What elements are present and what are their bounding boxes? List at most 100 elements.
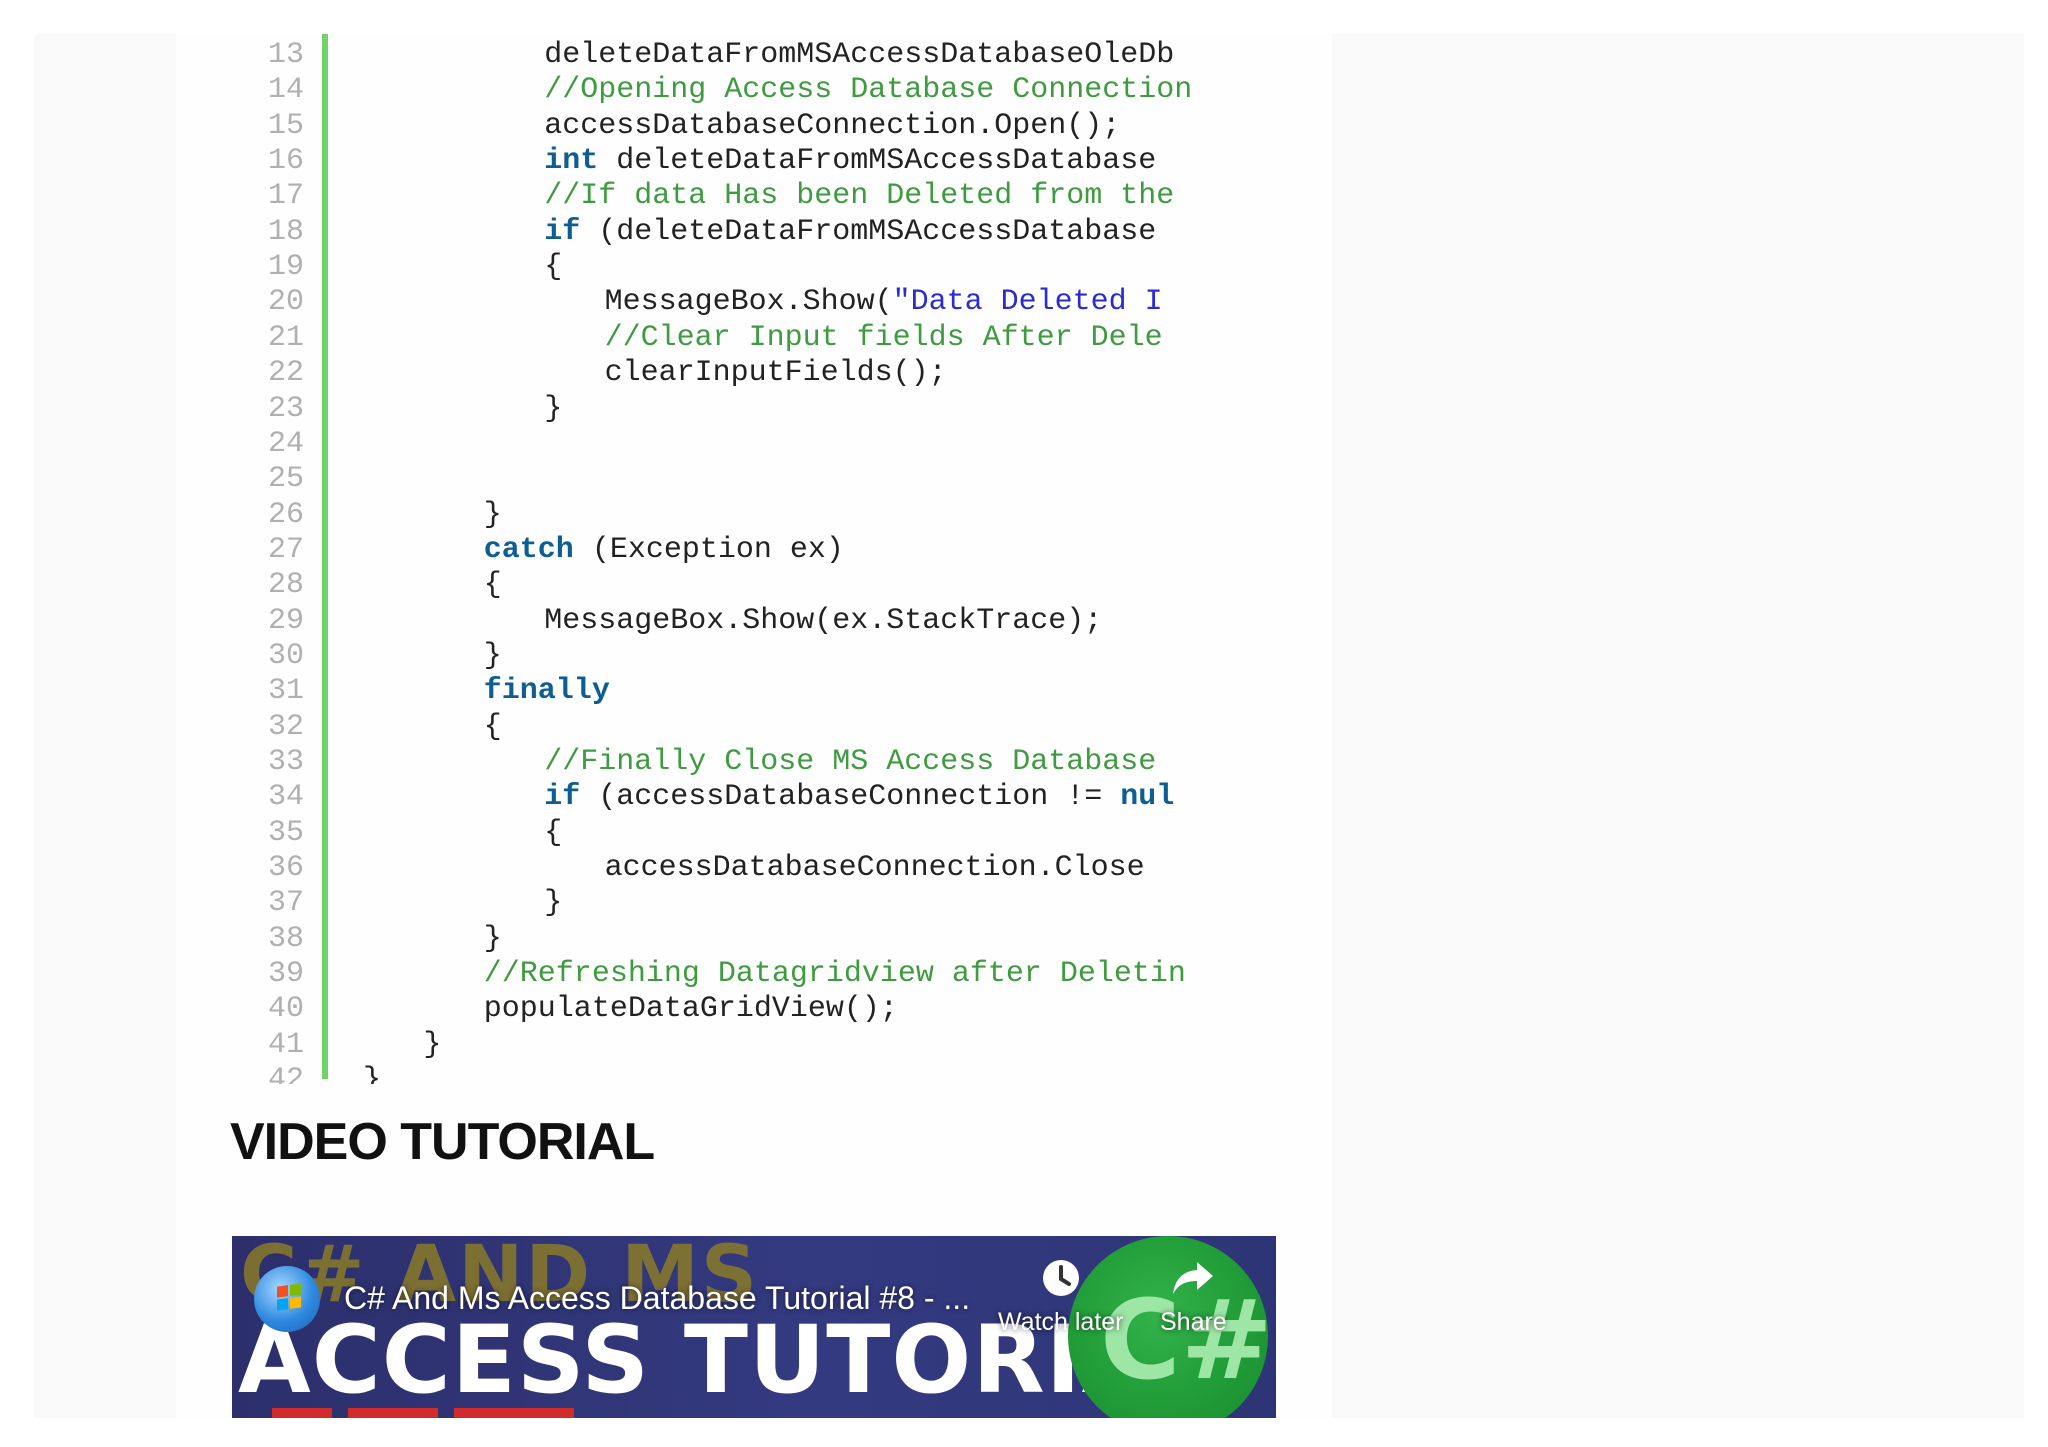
code-text: }	[484, 922, 1275, 957]
line-number: 27	[267, 532, 304, 567]
code-text: }	[544, 886, 1275, 921]
line-number: 30	[267, 638, 304, 673]
code-text: catch (Exception ex)	[484, 533, 1275, 568]
line-number: 33	[267, 745, 304, 779]
code-text: if (accessDatabaseConnection != nul	[544, 780, 1275, 815]
line-number: 42	[267, 1063, 304, 1084]
code-token: {	[483, 568, 502, 603]
code-text: {	[544, 250, 1275, 285]
code-line: 28 {	[230, 568, 1280, 603]
line-number: 36	[267, 851, 304, 886]
code-token: //Refreshing Datagridview after Deletin	[483, 957, 1186, 992]
code-token: MessageBox.Show(	[604, 285, 893, 320]
code-token: MessageBox.Show(ex.StackTrace);	[544, 603, 1103, 638]
code-token: }	[483, 497, 502, 532]
code-text: MessageBox.Show(ex.StackTrace);	[544, 604, 1275, 639]
line-number: 14	[267, 73, 304, 108]
code-line: 34 if (accessDatabaseConnection != nul	[230, 780, 1280, 815]
code-line: 25	[230, 462, 1280, 497]
code-text: int deleteDataFromMSAccessDatabase	[544, 144, 1275, 179]
code-text: {	[484, 710, 1275, 745]
code-text: if (deleteDataFromMSAccessDatabase	[544, 215, 1275, 250]
line-number: 29	[267, 603, 304, 638]
code-token: "Data Deleted I	[892, 285, 1163, 320]
code-token: {	[544, 815, 563, 850]
code-line: 16 int deleteDataFromMSAccessDatabase	[230, 144, 1280, 179]
code-token: }	[483, 638, 502, 673]
code-line: 23}	[230, 392, 1280, 427]
line-number: 20	[267, 285, 304, 320]
video-embed[interactable]: C# AND MS ACCESS TUTORIAL C# C# And Ms A…	[232, 1236, 1276, 1418]
code-token: (accessDatabaseConnection !=	[580, 780, 1121, 815]
code-token: deleteDataFromMSAccessDatabaseOleDb	[544, 38, 1175, 72]
watch-later-button[interactable]: Watch later	[998, 1258, 1124, 1337]
code-token: //If data Has been Deleted from the	[544, 179, 1175, 214]
line-number: 23	[267, 391, 304, 426]
line-number: 38	[267, 921, 304, 956]
line-number: 19	[267, 250, 304, 285]
code-token: }	[423, 1027, 442, 1062]
left-sidebar-panel	[34, 34, 176, 1418]
code-text: clearInputFields();	[605, 356, 1275, 391]
code-text: accessDatabaseConnection.Open();	[544, 109, 1275, 144]
code-text: {	[544, 816, 1275, 851]
code-text: finally	[484, 674, 1275, 709]
code-line: 31 finally	[230, 674, 1280, 709]
line-number: 32	[267, 709, 304, 744]
line-number: 39	[267, 957, 304, 992]
line-number: 35	[267, 815, 304, 850]
share-arrow-icon	[1173, 1262, 1214, 1294]
line-number: 26	[267, 497, 304, 532]
code-line: 26}	[230, 498, 1280, 533]
code-line: 42}	[230, 1063, 1280, 1084]
code-token: accessDatabaseConnection.Open();	[544, 108, 1121, 143]
code-text: //If data Has been Deleted from the	[544, 179, 1275, 214]
line-number: 17	[267, 179, 304, 214]
code-token: //Clear Input fields After Dele	[604, 320, 1163, 355]
code-text: //Clear Input fields After Dele	[605, 321, 1275, 356]
code-token: (deleteDataFromMSAccessDatabase	[580, 214, 1157, 249]
code-text: //Refreshing Datagridview after Deletin	[484, 957, 1275, 992]
code-token: //Finally Close MS Access Database	[544, 745, 1157, 779]
code-line: 32 {	[230, 710, 1280, 745]
line-number: 34	[267, 780, 304, 815]
line-number: 41	[267, 1027, 304, 1062]
code-text: populateDataGridView();	[484, 992, 1275, 1027]
line-number: 25	[267, 462, 304, 497]
code-line: 40 populateDataGridView();	[230, 992, 1280, 1027]
share-button[interactable]: Share	[1160, 1258, 1227, 1337]
code-line: 22 clearInputFields();	[230, 356, 1280, 391]
code-line: 17 //If data Has been Deleted from the	[230, 179, 1280, 214]
code-line: 24	[230, 427, 1280, 462]
channel-avatar[interactable]	[254, 1266, 320, 1332]
code-token: nul	[1120, 780, 1175, 815]
code-token: }	[483, 921, 502, 956]
line-number: 16	[267, 144, 304, 179]
thumbnail-decoration	[272, 1408, 592, 1418]
line-number: 28	[267, 568, 304, 603]
right-sidebar-panel	[1332, 34, 2024, 1418]
line-number: 24	[267, 426, 304, 461]
code-text: }	[544, 392, 1275, 427]
code-line: 14 //Opening Access Database Connection	[230, 73, 1280, 108]
code-text: }	[423, 1028, 1275, 1063]
code-token: deleteDataFromMSAccessDatabase	[598, 144, 1157, 179]
line-number: 22	[267, 356, 304, 391]
share-label: Share	[1160, 1308, 1227, 1336]
clock-icon	[1042, 1260, 1079, 1296]
code-token: if	[544, 214, 581, 249]
line-number: 13	[267, 38, 304, 72]
code-line: 37}	[230, 886, 1280, 921]
line-number: 18	[267, 214, 304, 249]
code-text: accessDatabaseConnection.Close	[605, 851, 1275, 886]
code-text: MessageBox.Show("Data Deleted I	[605, 285, 1275, 320]
code-text: deleteDataFromMSAccessDatabaseOleDb	[544, 38, 1275, 73]
line-number: 31	[267, 674, 304, 709]
video-title[interactable]: C# And Ms Access Database Tutorial #8 - …	[344, 1280, 970, 1317]
code-token: (Exception ex)	[573, 532, 844, 567]
watch-later-label: Watch later	[998, 1308, 1124, 1336]
code-token: }	[544, 391, 563, 426]
section-title: VIDEO TUTORIAL	[230, 1113, 655, 1171]
line-number: 15	[267, 108, 304, 143]
code-text: }	[484, 498, 1275, 533]
